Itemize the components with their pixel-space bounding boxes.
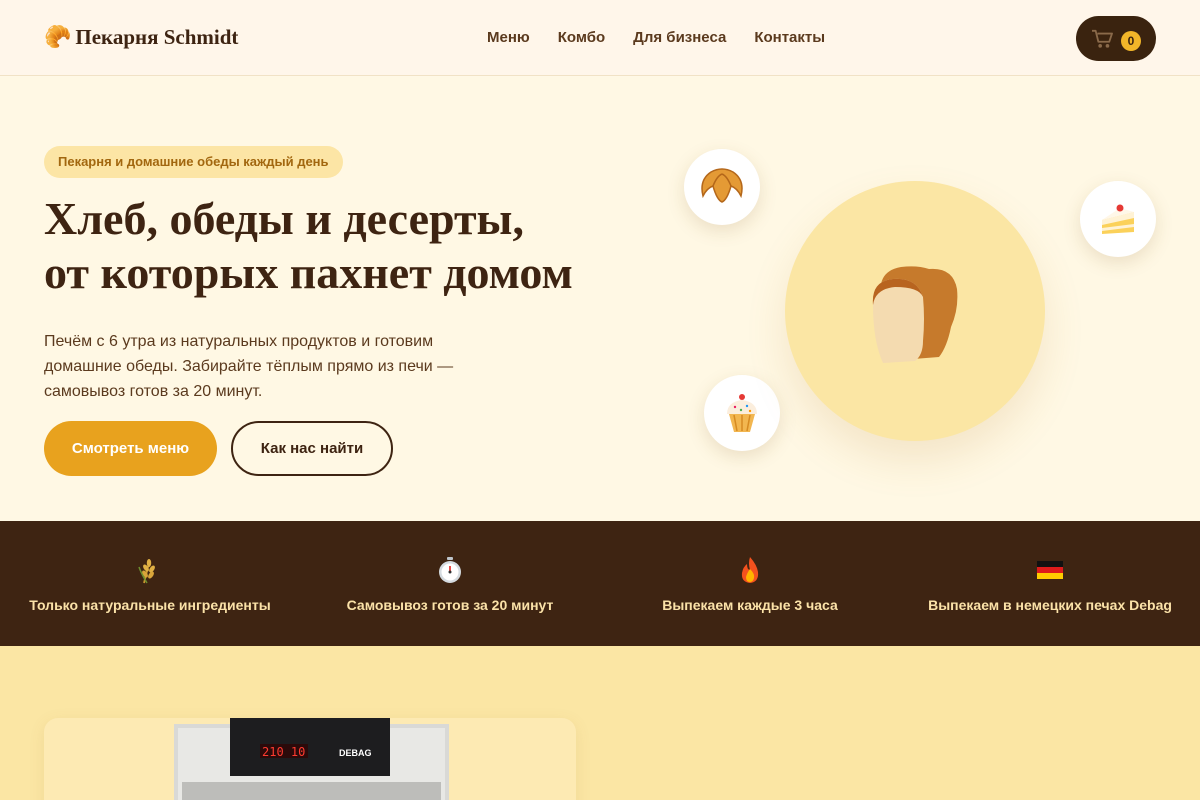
nav-item-menu[interactable]: Меню: [487, 29, 530, 47]
feature-item: Только натуральные ингредиенты: [0, 521, 300, 646]
find-us-button[interactable]: Как нас найти: [231, 421, 393, 476]
debag-oven-image: 210 10 DEBAG: [174, 718, 449, 800]
brand-name: Пекарня Schmidt: [75, 25, 239, 49]
main-nav: Меню Комбо Для бизнеса Контакты: [487, 29, 825, 47]
cart-button[interactable]: 0: [1076, 16, 1156, 61]
croissant-icon: 🥐: [44, 24, 72, 49]
feature-label: Самовывоз готов за 20 минут: [346, 597, 554, 613]
wheat-icon: [135, 555, 165, 585]
stopwatch-icon: [435, 555, 465, 585]
croissant-bubble: [684, 149, 760, 225]
croissant-icon: [701, 168, 743, 203]
nav-item-combo[interactable]: Комбо: [558, 29, 605, 47]
feature-label: Только натуральные ингредиенты: [29, 597, 271, 613]
feature-item: Выпекаем каждые 3 часа: [600, 521, 900, 646]
fire-icon: [735, 555, 765, 585]
oven-display: 210 10: [262, 745, 305, 759]
oven-brand: DEBAG: [339, 748, 372, 758]
hero-title-line-1: Хлеб, обеды и десерты,: [44, 193, 524, 244]
oven-section: 210 10 DEBAG: [0, 646, 1200, 800]
nav-item-contacts[interactable]: Контакты: [754, 29, 825, 47]
hero-badge: Пекарня и домашние обеды каждый день: [44, 146, 343, 178]
germany-flag-icon: [1037, 555, 1063, 585]
hero-title: Хлеб, обеды и десерты, от которых пахнет…: [44, 192, 644, 300]
cart-icon: [1092, 29, 1113, 48]
cake-bubble: [1080, 181, 1156, 257]
bread-hero-circle: [785, 181, 1045, 441]
hero-description: Печём с 6 утра из натуральных продуктов …: [44, 333, 454, 400]
feature-item: Выпекаем в немецких печах Debag: [900, 521, 1200, 646]
cart-count-badge: 0: [1121, 30, 1141, 51]
cupcake-bubble: [704, 375, 780, 451]
oven-card: 210 10 DEBAG: [44, 718, 576, 800]
site-header: 🥐 Пекарня Schmidt Меню Комбо Для бизнеса…: [0, 0, 1200, 76]
bread-loaf-icon: [872, 266, 958, 363]
view-menu-button[interactable]: Смотреть меню: [44, 421, 217, 476]
hero-section: Пекарня и домашние обеды каждый день Хле…: [0, 77, 1200, 521]
feature-label: Выпекаем в немецких печах Debag: [928, 597, 1172, 613]
nav-item-business[interactable]: Для бизнеса: [633, 29, 726, 47]
feature-label: Выпекаем каждые 3 часа: [662, 597, 838, 613]
logo[interactable]: 🥐 Пекарня Schmidt: [44, 24, 238, 50]
hero-title-line-2: от которых пахнет домом: [44, 247, 573, 298]
cupcake-icon: [727, 394, 757, 432]
cake-slice-icon: [1102, 204, 1134, 234]
feature-item: Самовывоз готов за 20 минут: [300, 521, 600, 646]
features-strip: Только натуральные ингредиенты Самовывоз…: [0, 521, 1200, 646]
